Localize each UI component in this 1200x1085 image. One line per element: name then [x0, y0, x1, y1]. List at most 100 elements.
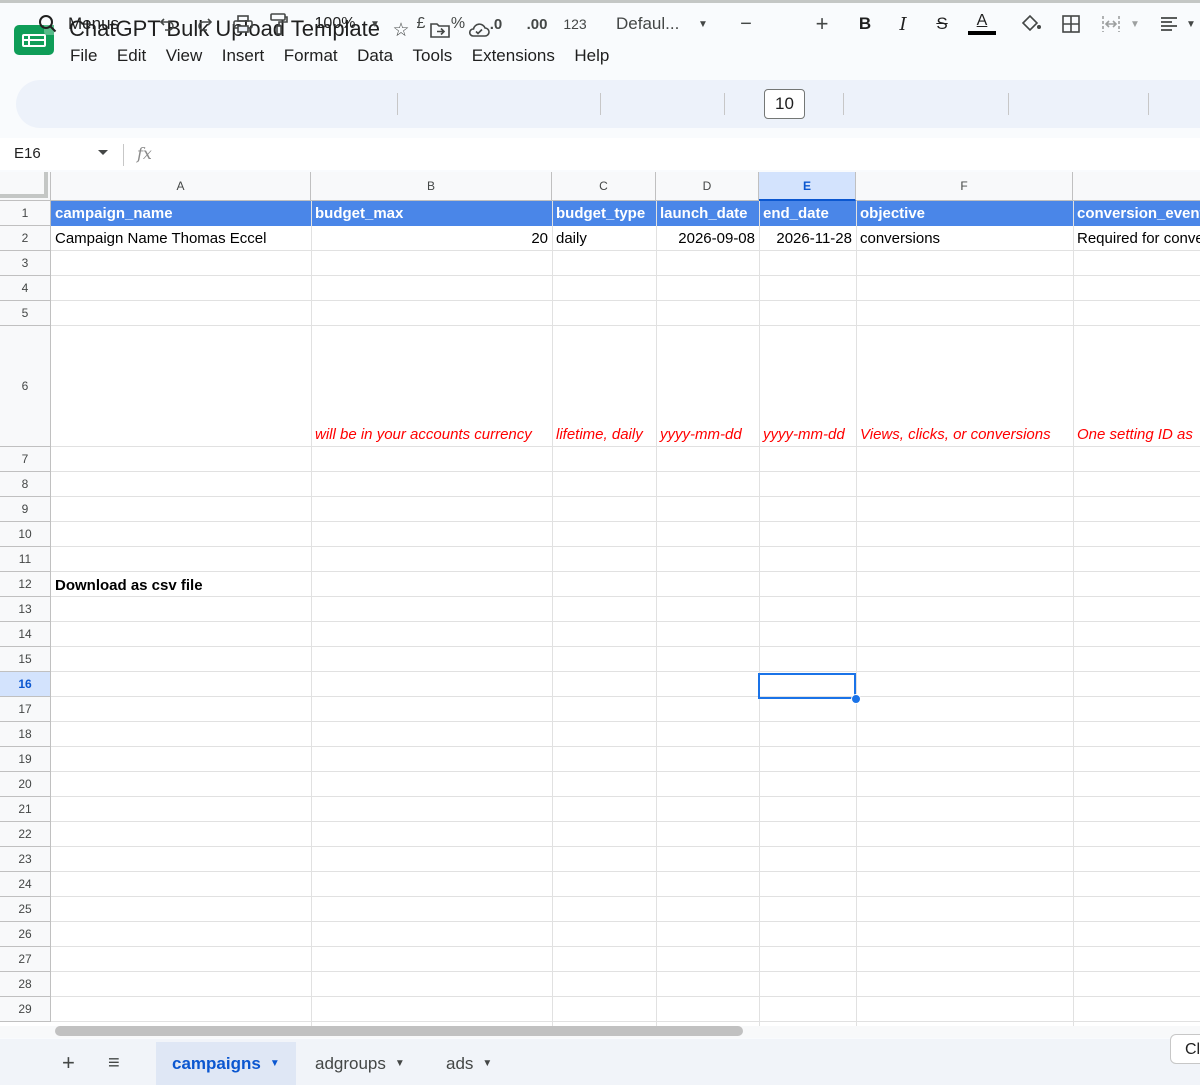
paint-format-icon[interactable] — [266, 0, 292, 48]
cell-e2[interactable]: 2026-11-28 — [759, 226, 856, 251]
fill-handle[interactable] — [851, 694, 861, 704]
column-header-d[interactable]: D — [656, 172, 759, 201]
number-format-button[interactable]: 123 — [560, 0, 590, 48]
row-header-16[interactable]: 16 — [0, 672, 51, 697]
row-header-19[interactable]: 19 — [0, 747, 51, 772]
chevron-down-icon[interactable]: ▼ — [270, 1058, 280, 1069]
column-header-e[interactable]: E — [759, 172, 856, 201]
row-header-25[interactable]: 25 — [0, 897, 51, 922]
cell-f6[interactable]: Views, clicks, or conversions — [856, 422, 1073, 447]
search-icon[interactable] — [36, 0, 60, 48]
menu-view[interactable]: View — [166, 46, 203, 66]
row-header-14[interactable]: 14 — [0, 622, 51, 647]
row-header-4[interactable]: 4 — [0, 276, 51, 301]
sheet-tab-campaigns[interactable]: campaigns ▼ — [156, 1042, 296, 1085]
cell-b1[interactable]: budget_max — [311, 201, 552, 226]
sheet-tab-ads[interactable]: ads ▼ — [430, 1042, 508, 1085]
cell-a2[interactable]: Campaign Name Thomas Eccel — [51, 226, 311, 251]
cell-f2[interactable]: conversions — [856, 226, 1073, 251]
horizontal-scrollbar[interactable] — [0, 1026, 1200, 1038]
cell-b2[interactable]: 20 — [311, 226, 552, 251]
cell-a12[interactable]: Download as csv file — [51, 573, 311, 598]
font-size-decrease-icon[interactable]: − — [736, 0, 756, 48]
row-header-15[interactable]: 15 — [0, 647, 51, 672]
row-header-6[interactable]: 6 — [0, 326, 51, 447]
cell-c6[interactable]: lifetime, daily — [552, 422, 656, 447]
row-header-8[interactable]: 8 — [0, 472, 51, 497]
italic-button[interactable]: I — [893, 0, 913, 48]
menu-extensions[interactable]: Extensions — [472, 46, 555, 66]
redo-icon[interactable] — [192, 0, 218, 48]
zoom-dropdown-icon[interactable]: ▼ — [368, 0, 382, 48]
cell-d6[interactable]: yyyy-mm-dd — [656, 422, 759, 447]
row-header-12[interactable]: 12 — [0, 572, 51, 597]
all-sheets-icon[interactable]: ≡ — [108, 1052, 120, 1075]
row-header-26[interactable]: 26 — [0, 922, 51, 947]
cell-d2[interactable]: 2026-09-08 — [656, 226, 759, 251]
row-header-7[interactable]: 7 — [0, 447, 51, 472]
row-header-20[interactable]: 20 — [0, 772, 51, 797]
column-header-b[interactable]: B — [311, 172, 552, 201]
print-icon[interactable] — [230, 0, 256, 48]
scrollbar-thumb[interactable] — [55, 1026, 743, 1036]
row-header-3[interactable]: 3 — [0, 251, 51, 276]
cell-g1[interactable]: conversion_event — [1073, 201, 1200, 226]
align-left-icon[interactable] — [1158, 0, 1180, 48]
fill-color-icon[interactable] — [1018, 0, 1044, 48]
chevron-down-icon[interactable]: ▼ — [482, 1058, 492, 1069]
menu-insert[interactable]: Insert — [222, 46, 265, 66]
font-dropdown-icon[interactable]: ▼ — [696, 0, 710, 48]
explore-button[interactable]: Cl — [1170, 1034, 1200, 1064]
menu-edit[interactable]: Edit — [117, 46, 146, 66]
column-header-f[interactable]: F — [856, 172, 1073, 201]
sheet-tab-adgroups[interactable]: adgroups ▼ — [299, 1042, 421, 1085]
merge-cells-icon[interactable] — [1098, 0, 1124, 48]
star-icon[interactable]: ☆ — [390, 18, 412, 42]
cell-c2[interactable]: daily — [552, 226, 656, 251]
decrease-decimal-button[interactable]: .0 — [482, 0, 510, 48]
strikethrough-button[interactable]: S — [931, 0, 953, 48]
menu-data[interactable]: Data — [357, 46, 393, 66]
row-header-5[interactable]: 5 — [0, 301, 51, 326]
name-box[interactable]: E16 — [14, 145, 41, 162]
row-header-23[interactable]: 23 — [0, 847, 51, 872]
cell-d1[interactable]: launch_date — [656, 201, 759, 226]
increase-decimal-button[interactable]: .00 — [522, 0, 552, 48]
name-box-dropdown-icon[interactable] — [98, 150, 108, 155]
row-header-27[interactable]: 27 — [0, 947, 51, 972]
column-header-a[interactable]: A — [51, 172, 311, 201]
align-dropdown-icon[interactable]: ▼ — [1184, 0, 1198, 48]
bold-button[interactable]: B — [855, 0, 875, 48]
row-header-29[interactable]: 29 — [0, 997, 51, 1022]
row-header-24[interactable]: 24 — [0, 872, 51, 897]
sheet-grid[interactable]: A B C D E F 1 2 3 4 5 6 7 8 9 10 11 12 13 14 15 16 17 18 1… — [0, 172, 1200, 1027]
menu-format[interactable]: Format — [284, 46, 338, 66]
currency-format-button[interactable]: £ — [411, 0, 431, 48]
undo-icon[interactable] — [154, 0, 180, 48]
row-header-11[interactable]: 11 — [0, 547, 51, 572]
menu-help[interactable]: Help — [574, 46, 609, 66]
cell-f1[interactable]: objective — [856, 201, 1073, 226]
row-header-18[interactable]: 18 — [0, 722, 51, 747]
menu-file[interactable]: File — [70, 46, 97, 66]
cell-g2[interactable]: Required for conversions — [1073, 226, 1200, 251]
column-header-g[interactable] — [1073, 172, 1200, 201]
chevron-down-icon[interactable]: ▼ — [395, 1058, 405, 1069]
row-header-1[interactable]: 1 — [0, 201, 51, 226]
font-select[interactable]: Defaul... — [616, 0, 688, 48]
menus-search[interactable]: Menus — [68, 0, 128, 48]
percent-format-button[interactable]: % — [447, 0, 469, 48]
font-size-input[interactable]: 10 — [764, 89, 805, 119]
active-cell-selection[interactable] — [758, 673, 856, 699]
select-all-corner[interactable] — [0, 172, 51, 201]
row-header-21[interactable]: 21 — [0, 797, 51, 822]
merge-dropdown-icon[interactable]: ▼ — [1128, 0, 1142, 48]
row-header-28[interactable]: 28 — [0, 972, 51, 997]
cell-c1[interactable]: budget_type — [552, 201, 656, 226]
row-header-9[interactable]: 9 — [0, 497, 51, 522]
row-header-10[interactable]: 10 — [0, 522, 51, 547]
row-header-22[interactable]: 22 — [0, 822, 51, 847]
cell-e6[interactable]: yyyy-mm-dd — [759, 422, 856, 447]
text-color-button[interactable]: A — [968, 0, 996, 48]
cell-g6[interactable]: One setting ID as — [1073, 422, 1200, 447]
